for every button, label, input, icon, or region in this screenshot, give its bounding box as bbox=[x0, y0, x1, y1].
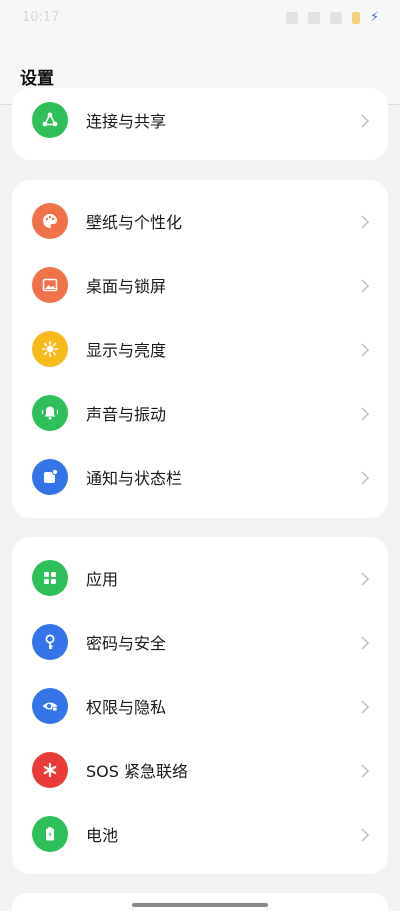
notification-icon bbox=[32, 459, 68, 495]
chevron-right-icon bbox=[360, 699, 370, 714]
settings-item-label: SOS 紧急联络 bbox=[86, 762, 188, 781]
mute-status-icon bbox=[308, 12, 320, 24]
settings-item-apps[interactable]: 应用 bbox=[12, 546, 388, 610]
settings-group-more bbox=[12, 893, 388, 911]
settings-item-label: 密码与安全 bbox=[86, 634, 167, 653]
chevron-right-icon bbox=[360, 278, 370, 293]
settings-item-label: 通知与状态栏 bbox=[86, 469, 183, 488]
palette-icon bbox=[32, 203, 68, 239]
page-title: 设置 bbox=[20, 69, 54, 89]
settings-item-label: 显示与亮度 bbox=[86, 341, 167, 360]
settings-item-password-security[interactable]: 密码与安全 bbox=[12, 610, 388, 674]
chevron-right-icon bbox=[360, 763, 370, 778]
chevron-right-icon bbox=[360, 342, 370, 357]
chevron-right-icon bbox=[360, 635, 370, 650]
status-bar: 10:17 ⚡ bbox=[0, 0, 400, 36]
settings-item-label: 权限与隐私 bbox=[86, 698, 167, 717]
home-indicator[interactable] bbox=[132, 903, 268, 907]
settings-item-sound-vibration[interactable]: 声音与振动 bbox=[12, 381, 388, 445]
wifi-status-icon bbox=[330, 12, 342, 24]
notification-status-icon bbox=[286, 12, 298, 24]
privacy-eye-icon bbox=[32, 688, 68, 724]
share-icon bbox=[32, 102, 68, 138]
status-time: 10:17 bbox=[22, 10, 60, 25]
settings-group-system: 应用 密码与安全 权限与隐私 SOS 紧急联络 电池 bbox=[12, 537, 388, 874]
image-icon bbox=[32, 267, 68, 303]
settings-group-connections: 连接与共享 bbox=[12, 88, 388, 160]
settings-item-sos-emergency[interactable]: SOS 紧急联络 bbox=[12, 738, 388, 802]
settings-item-label: 声音与振动 bbox=[86, 405, 167, 424]
chevron-right-icon bbox=[360, 406, 370, 421]
status-icons: ⚡ bbox=[286, 11, 380, 25]
battery-icon bbox=[32, 816, 68, 852]
chevron-right-icon bbox=[360, 113, 370, 128]
chevron-right-icon bbox=[360, 571, 370, 586]
battery-status-icon bbox=[352, 12, 360, 24]
chevron-right-icon bbox=[360, 470, 370, 485]
bell-icon bbox=[32, 395, 68, 431]
settings-item-label: 壁纸与个性化 bbox=[86, 213, 183, 232]
settings-item-permissions-privacy[interactable]: 权限与隐私 bbox=[12, 674, 388, 738]
settings-item-wallpaper[interactable]: 壁纸与个性化 bbox=[12, 189, 388, 253]
settings-item-label: 连接与共享 bbox=[86, 112, 167, 131]
charging-icon: ⚡ bbox=[370, 10, 380, 25]
settings-item-label: 应用 bbox=[86, 570, 119, 589]
settings-item-notifications[interactable]: 通知与状态栏 bbox=[12, 445, 388, 509]
settings-item-battery[interactable]: 电池 bbox=[12, 802, 388, 866]
asterisk-icon bbox=[32, 752, 68, 788]
settings-item-label: 桌面与锁屏 bbox=[86, 277, 167, 296]
settings-item-label: 电池 bbox=[86, 826, 119, 845]
apps-grid-icon bbox=[32, 560, 68, 596]
settings-item-desktop-lockscreen[interactable]: 桌面与锁屏 bbox=[12, 253, 388, 317]
key-icon bbox=[32, 624, 68, 660]
settings-item-connection-sharing[interactable]: 连接与共享 bbox=[12, 88, 388, 152]
chevron-right-icon bbox=[360, 827, 370, 842]
settings-item-display-brightness[interactable]: 显示与亮度 bbox=[12, 317, 388, 381]
sun-icon bbox=[32, 331, 68, 367]
chevron-right-icon bbox=[360, 214, 370, 229]
settings-group-personalization: 壁纸与个性化 桌面与锁屏 显示与亮度 声音与振动 通知与状态栏 bbox=[12, 180, 388, 518]
